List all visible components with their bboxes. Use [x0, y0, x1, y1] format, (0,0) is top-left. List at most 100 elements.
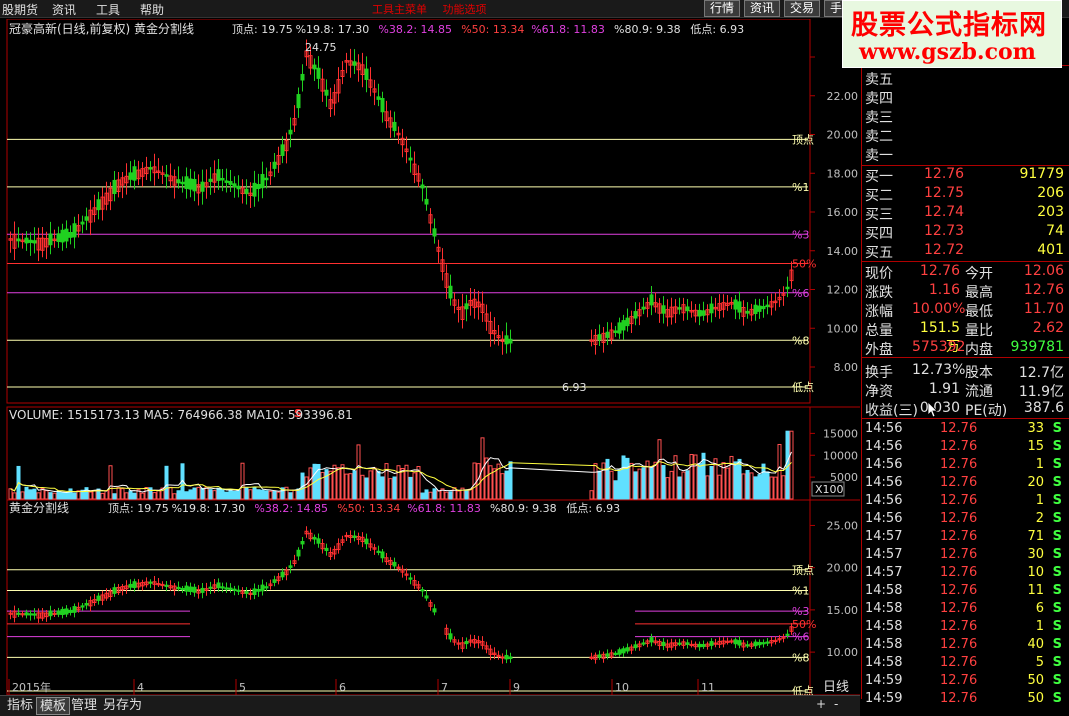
buy-level-price: 12.74 — [924, 204, 965, 220]
sell-level-row[interactable]: 卖一 — [862, 145, 1069, 164]
menu-tools[interactable]: 工具 — [96, 1, 120, 18]
trade-button[interactable]: 交易 — [784, 0, 821, 17]
tab-manage[interactable]: 管理 — [68, 697, 100, 715]
buy-level-row[interactable]: 买四 12.73 74 — [862, 223, 1069, 242]
tick-direction: S — [1052, 601, 1062, 616]
stat-value: 2.62 — [1032, 320, 1064, 336]
bottom-tab-bar: 指标 模板 管理 另存为 — [0, 695, 860, 716]
tick-row: 14:58 12.76 11 S — [862, 583, 1069, 601]
candle-body — [176, 179, 181, 184]
candle-body — [424, 198, 429, 205]
candle-body — [48, 233, 53, 246]
tick-price: 12.76 — [940, 601, 978, 616]
date-axis: 2015年 4 5 6 7 9 10 11 — [8, 679, 715, 695]
volume-bar — [88, 491, 93, 500]
volume-bar — [172, 493, 177, 500]
tick-price: 12.76 — [940, 673, 978, 688]
tab-indicators[interactable]: 指标 — [4, 697, 36, 715]
candle-body — [745, 310, 750, 314]
stat-label: 流通 — [965, 384, 993, 400]
volume-bar — [733, 461, 738, 500]
candle-body — [380, 98, 385, 113]
volume-bar — [621, 455, 626, 500]
quote-panel: 委比 委差 卖五卖四卖三卖二卖一 买一12.7691779买二12.75206买… — [861, 19, 1069, 706]
volume-bar — [408, 476, 413, 500]
volume-bar — [765, 471, 770, 500]
candle-body — [288, 565, 293, 568]
buy-level-row[interactable]: 买一 12.76 91779 — [862, 166, 1069, 185]
tick-volume: 1 — [1035, 457, 1044, 472]
candle-body — [745, 644, 750, 647]
kline-chart[interactable]: 冠豪高新(日线,前复权) 黄金分割线 顶点: 19.75 %19.8: 17.30… — [0, 19, 860, 695]
volume-bar — [320, 471, 325, 500]
top-center-item[interactable]: 工具主菜单 — [372, 3, 427, 16]
tick-row: 14:56 12.76 1 S — [862, 493, 1069, 511]
menu-news[interactable]: 资讯 — [52, 1, 76, 18]
tick-row: 14:56 12.76 33 S — [862, 421, 1069, 439]
buy-level-row[interactable]: 买二 12.75 206 — [862, 185, 1069, 204]
buy-level-row[interactable]: 买五 12.72 401 — [862, 242, 1069, 261]
volume-bar — [84, 487, 89, 500]
fib-right-label: %1 — [792, 181, 809, 194]
tick-row: 14:56 12.76 2 S — [862, 511, 1069, 529]
tick-price: 12.76 — [940, 655, 978, 670]
x-tick-label: 9 — [513, 681, 520, 694]
sub-indicator-values: 顶点: 19.75 %19.8: 17.30 %38.2: 14.85 %50: 13… — [108, 502, 620, 515]
candle-body — [296, 549, 301, 557]
stat-label: 涨跌 — [865, 285, 893, 301]
stat-label: 今开 — [965, 266, 993, 282]
candle-body — [625, 317, 630, 327]
menu-help[interactable]: 帮助 — [140, 1, 164, 18]
candle-body — [352, 61, 357, 66]
sell-level-row[interactable]: 卖二 — [862, 126, 1069, 145]
volume-bar — [488, 465, 493, 500]
news-button[interactable]: 资讯 — [744, 0, 781, 17]
candle-body — [697, 309, 702, 317]
volume-bar — [597, 470, 602, 500]
tab-save-as[interactable]: 另存为 — [100, 697, 145, 715]
top-center-item[interactable]: 功能选项 — [443, 3, 487, 16]
menu-futures[interactable]: 股期货 — [2, 1, 38, 18]
candle-body — [128, 583, 133, 588]
indicator-value: %80.9: 9.38 — [490, 502, 557, 515]
sell-level-row[interactable]: 卖四 — [862, 88, 1069, 107]
candle-body — [464, 640, 469, 645]
candle-body — [220, 177, 225, 181]
y-tick-label: 15.00 — [827, 604, 859, 617]
fib-right-label: 50% — [792, 258, 816, 271]
volume-bar — [637, 468, 642, 500]
period-label[interactable]: 日线 — [812, 676, 860, 695]
candle-body — [64, 608, 69, 615]
tick-row: 14:56 12.76 1 S — [862, 457, 1069, 475]
indicator-value: %19.8: 17.30 — [296, 23, 370, 36]
candle-body — [200, 181, 205, 192]
candle-body — [757, 305, 762, 312]
candle-body — [504, 335, 509, 345]
volume-panel-title: VOLUME: 1515173.13 MA5: 764966.38 MA10: … — [9, 408, 353, 422]
volume-bar — [376, 470, 381, 500]
sell-level-row[interactable]: 卖三 — [862, 107, 1069, 126]
zoom-in-button[interactable]: + — [816, 697, 826, 711]
stat-value: 11.9亿 — [1018, 384, 1064, 400]
tick-direction: S — [1052, 565, 1062, 580]
buy-level-row[interactable]: 买三 12.74 203 — [862, 204, 1069, 223]
sell-level-label: 卖三 — [865, 110, 893, 126]
volume-bar — [252, 487, 257, 500]
tick-direction: S — [1052, 673, 1062, 688]
sell-level-row[interactable]: 卖五 — [862, 69, 1069, 88]
tab-templates[interactable]: 模板 — [36, 697, 71, 715]
candle-body — [96, 595, 101, 601]
tick-volume: 1 — [1035, 493, 1044, 508]
volume-bar — [456, 490, 461, 500]
stat-value: 387.6 — [1023, 400, 1064, 416]
candle-body — [661, 305, 666, 314]
volume-bar — [156, 489, 161, 500]
volume-bar — [336, 467, 341, 500]
volume-bar — [392, 476, 397, 500]
candle-body — [508, 656, 513, 660]
quote-button[interactable]: 行情 — [704, 0, 741, 17]
separator — [862, 357, 1069, 358]
zoom-out-button[interactable]: - — [834, 697, 838, 711]
candle-body — [621, 320, 626, 331]
y-tick-label: 10.00 — [827, 322, 859, 335]
